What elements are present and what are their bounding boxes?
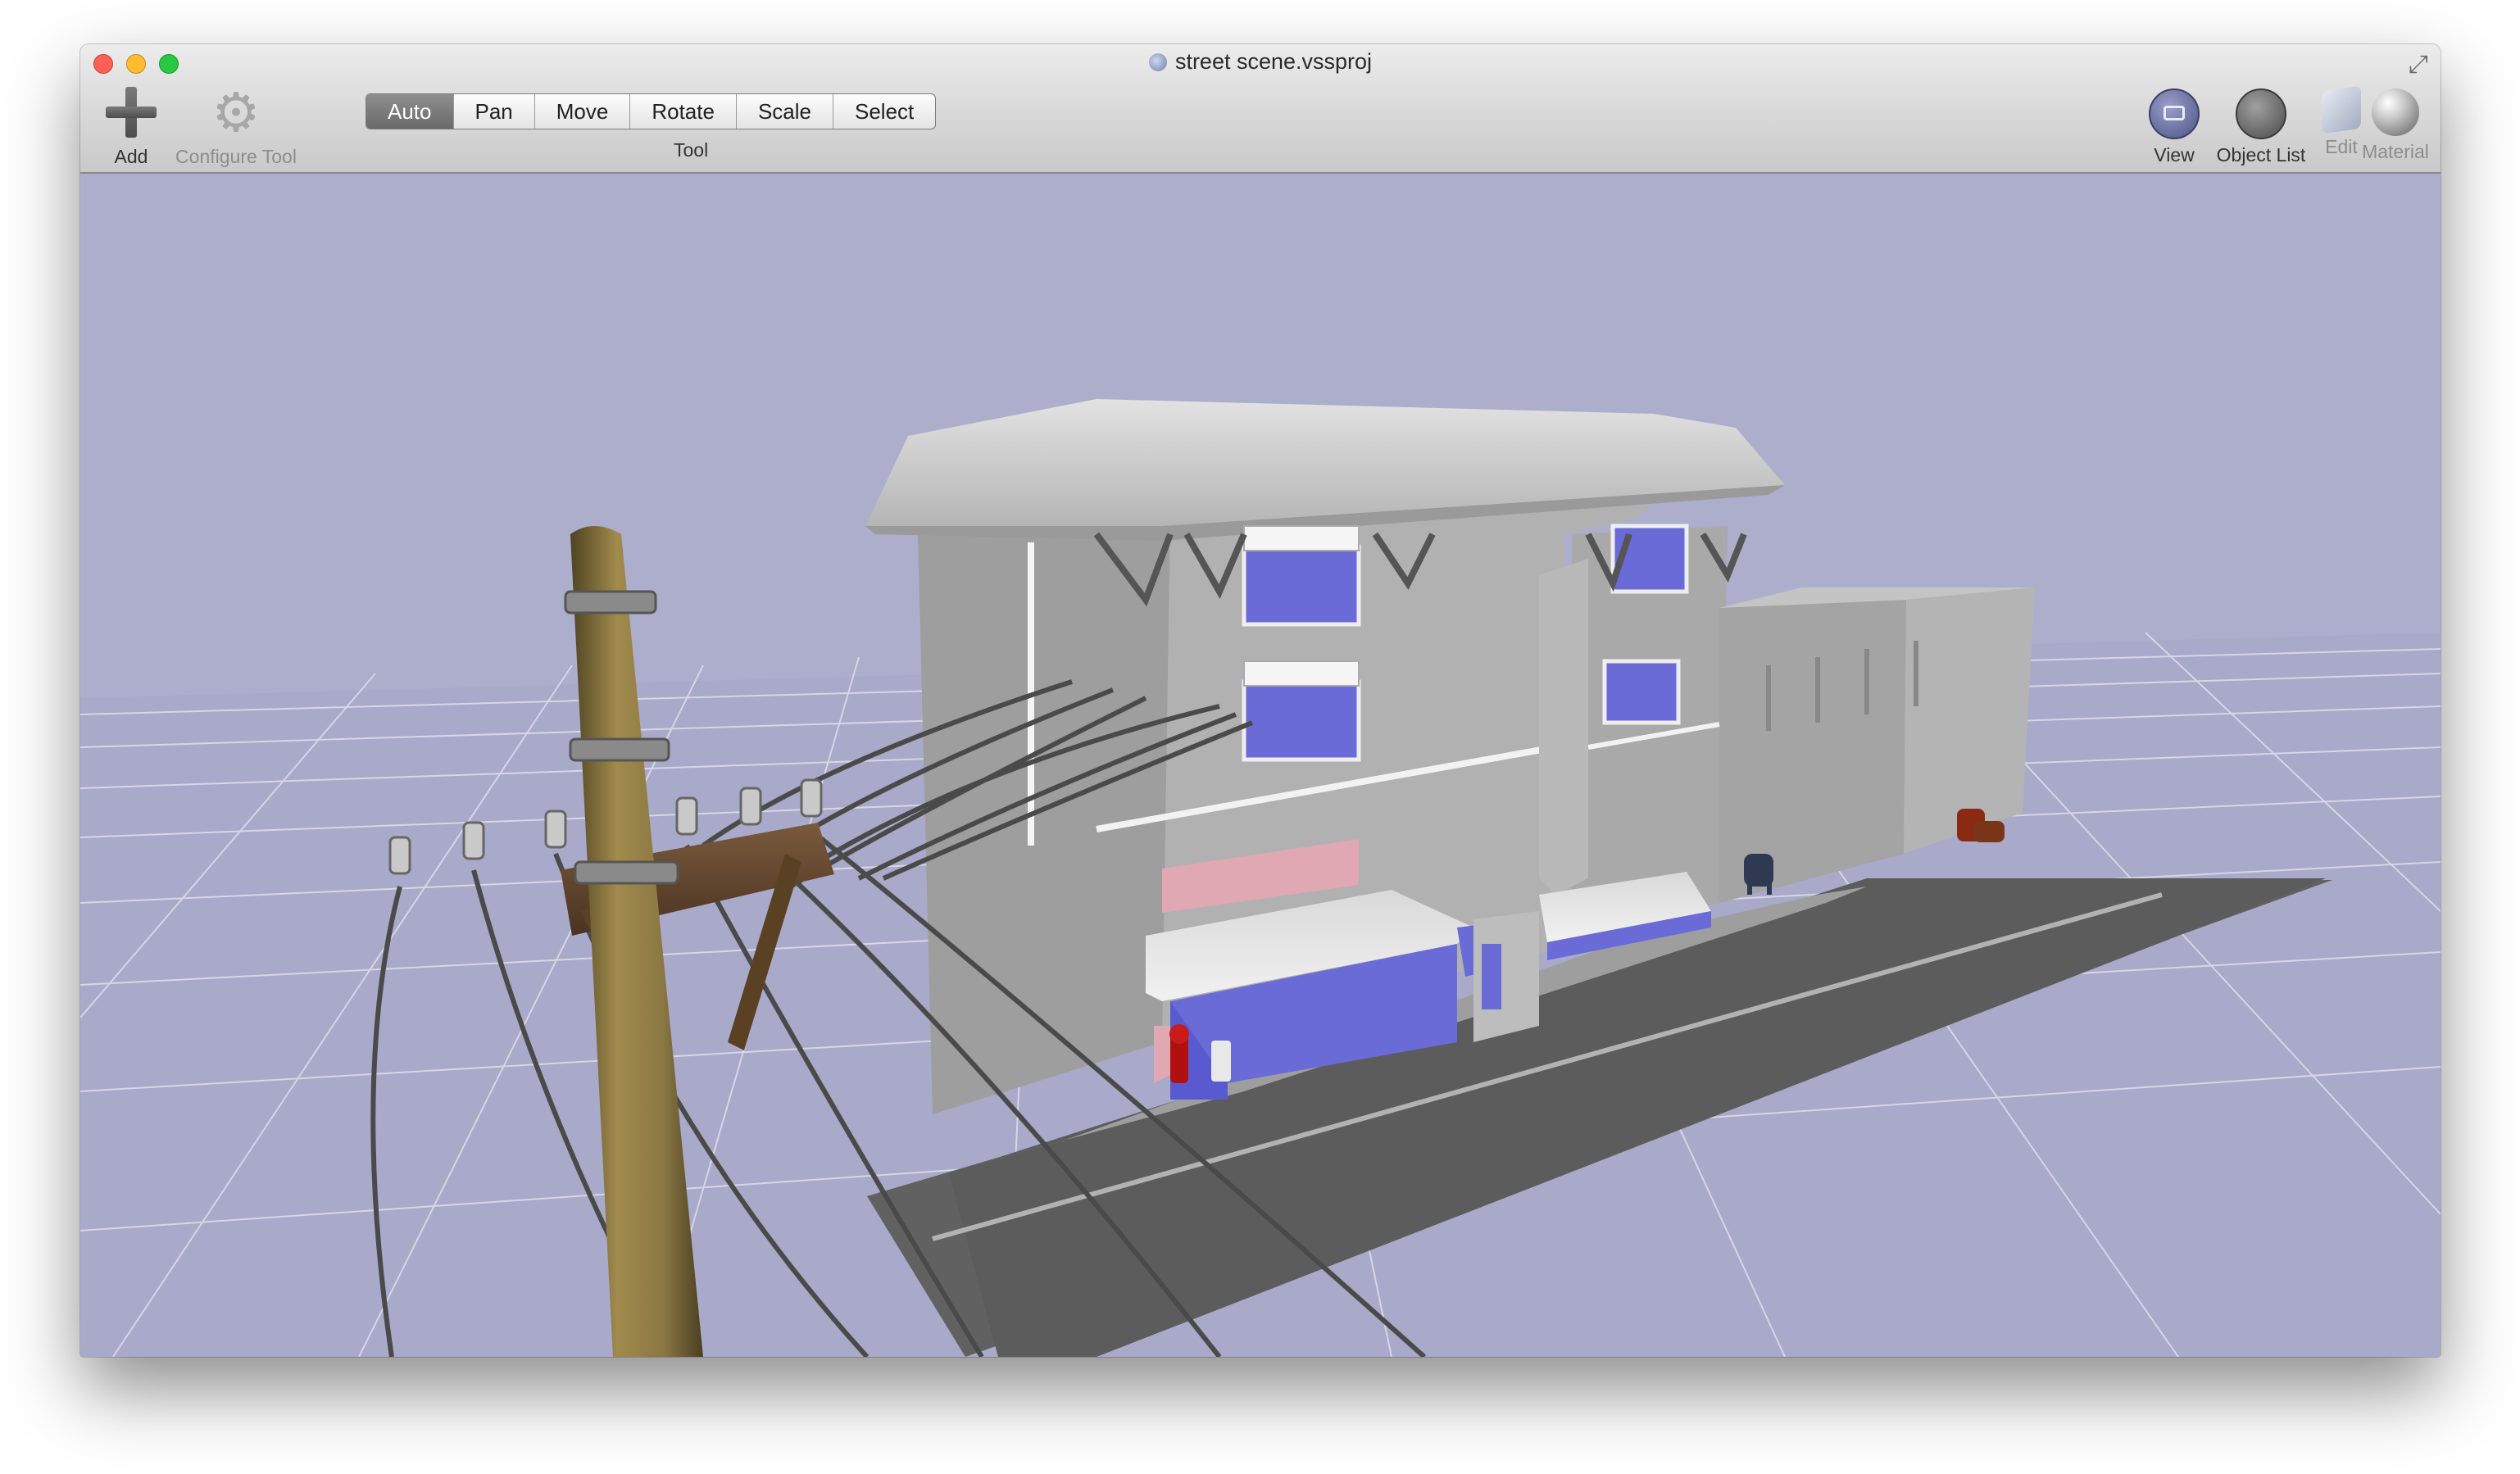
plus-icon: [102, 84, 160, 141]
tool-mode-move[interactable]: Move: [535, 94, 631, 129]
3d-viewport[interactable]: [80, 174, 2441, 1357]
add-button[interactable]: Add: [92, 84, 170, 168]
sphere-icon: [2372, 88, 2419, 136]
tool-mode-segmented-control: Auto Pan Move Rotate Scale Select: [366, 93, 937, 129]
tool-mode-auto[interactable]: Auto: [366, 94, 454, 129]
tool-mode-pan[interactable]: Pan: [454, 94, 535, 129]
window-title: street scene.vssproj: [80, 49, 2441, 75]
material-button[interactable]: Material: [2350, 88, 2441, 163]
tool-mode-scale[interactable]: Scale: [737, 94, 833, 129]
app-window: street scene.vssproj ⤢ Add ⚙ Configure T…: [80, 44, 2441, 1357]
fire-hydrant: [1169, 1024, 1189, 1083]
tool-mode-select[interactable]: Select: [833, 94, 935, 129]
tool-mode-rotate[interactable]: Rotate: [630, 94, 737, 129]
window-title-text: street scene.vssproj: [1174, 49, 1373, 74]
material-label: Material: [2362, 141, 2429, 162]
configure-tool-button[interactable]: ⚙ Configure Tool: [162, 84, 310, 168]
object-list-icon: [2236, 88, 2286, 139]
fullscreen-icon[interactable]: ⤢: [2406, 52, 2431, 77]
add-label: Add: [114, 146, 148, 167]
trash-can: [1211, 1041, 1231, 1082]
scene-canvas[interactable]: [80, 174, 2441, 1357]
gear-icon: ⚙: [211, 82, 261, 143]
configure-tool-label: Configure Tool: [175, 146, 297, 167]
toolbar: street scene.vssproj ⤢ Add ⚙ Configure T…: [80, 44, 2441, 174]
document-icon: [1148, 53, 1167, 71]
tool-group-label: Tool: [674, 139, 709, 161]
